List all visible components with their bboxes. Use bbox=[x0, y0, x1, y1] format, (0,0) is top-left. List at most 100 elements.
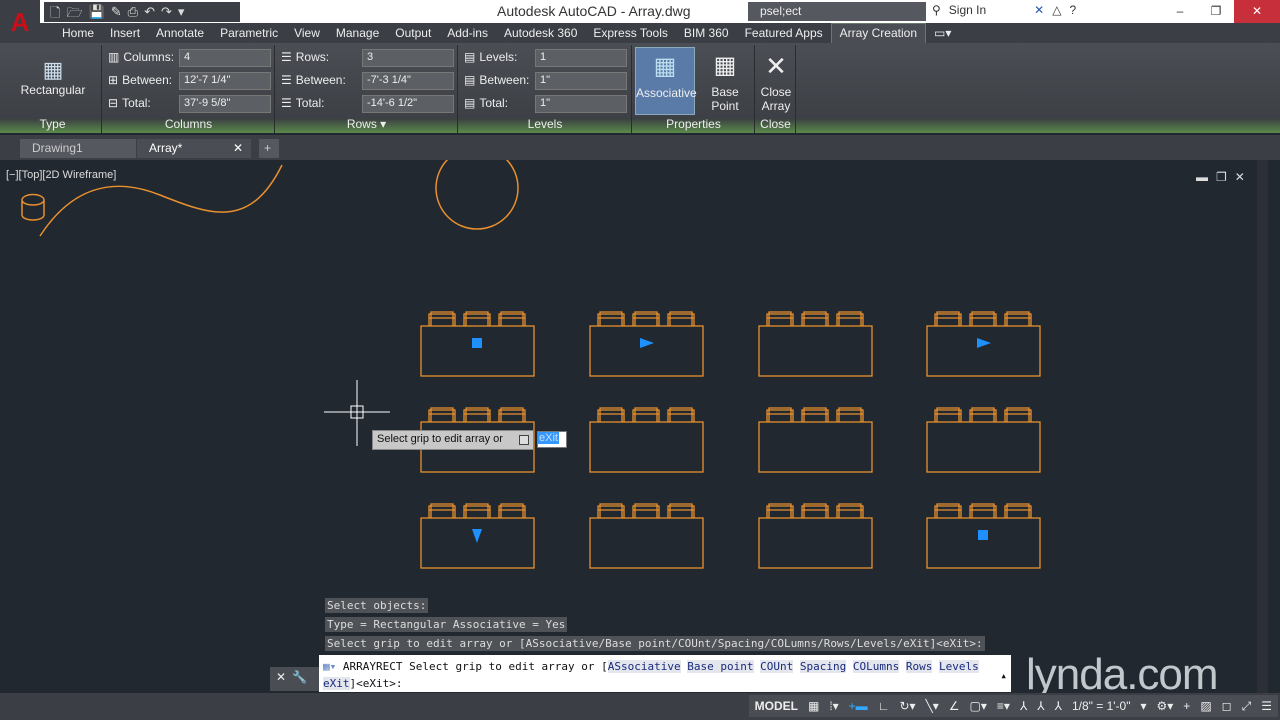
command-line[interactable]: ▦▾ ARRAYRECT Select grip to edit array o… bbox=[319, 655, 1011, 692]
options-dropdown-icon[interactable] bbox=[519, 435, 529, 445]
snap-icon[interactable]: ⁞▾ bbox=[829, 699, 838, 713]
exchange-icon[interactable]: ✕ bbox=[1034, 3, 1044, 17]
viewport-close-button[interactable]: ✕ bbox=[1235, 170, 1245, 184]
customization-menu-icon[interactable]: ☰ bbox=[1261, 699, 1272, 713]
ortho-icon[interactable]: ∟ bbox=[878, 699, 890, 713]
tab-array-creation[interactable]: Array Creation bbox=[830, 23, 926, 43]
drawing-canvas[interactable] bbox=[0, 160, 1268, 693]
fullscreen-icon[interactable]: ⤢ bbox=[1242, 699, 1252, 714]
levels-between-input[interactable]: 1" bbox=[535, 72, 627, 90]
history-expand-icon[interactable]: ▴ bbox=[1000, 667, 1007, 684]
tab-parametric[interactable]: Parametric bbox=[212, 26, 286, 40]
grip-arrow-down[interactable] bbox=[472, 529, 482, 543]
ribbon-minimize-icon[interactable]: ▭▾ bbox=[926, 26, 959, 40]
rectangular-button[interactable]: ▦ Rectangular bbox=[18, 57, 88, 97]
save-as-icon[interactable]: ✎ bbox=[111, 4, 122, 20]
tab-view[interactable]: View bbox=[286, 26, 328, 40]
tab-array[interactable]: Array* ✕ bbox=[137, 139, 251, 158]
object-snap-tracking-icon[interactable]: ∠ bbox=[949, 699, 960, 713]
option-exit[interactable]: eXit bbox=[323, 677, 350, 690]
workspace-gear-icon[interactable]: ⚙▾ bbox=[1157, 699, 1174, 713]
close-command-line-icon[interactable]: ✕ bbox=[276, 670, 286, 688]
binoculars-icon[interactable]: ⚲ bbox=[932, 3, 941, 17]
option-associative[interactable]: ASsociative bbox=[607, 660, 681, 673]
base-point-button[interactable]: ▦ Base Point bbox=[697, 47, 753, 113]
tab-featured-apps[interactable]: Featured Apps bbox=[737, 26, 831, 40]
annotation-monitor-icon[interactable]: + bbox=[1183, 699, 1190, 713]
tab-manage[interactable]: Manage bbox=[328, 26, 387, 40]
array-item-brick[interactable] bbox=[926, 407, 1041, 473]
close-window-button[interactable]: ✕ bbox=[1234, 0, 1280, 23]
grid-icon[interactable]: ▦ bbox=[808, 699, 819, 713]
new-icon[interactable]: 🗋 bbox=[50, 4, 60, 20]
option-levels[interactable]: Levels bbox=[938, 660, 979, 673]
annotation-scale-icon[interactable]: ⅄ bbox=[1055, 699, 1062, 713]
lineweight-icon[interactable]: ≡▾ bbox=[997, 699, 1010, 713]
minimize-button[interactable]: – bbox=[1162, 0, 1198, 23]
a360-icon[interactable]: △ bbox=[1052, 3, 1061, 17]
vertical-scrollbar[interactable] bbox=[1257, 160, 1268, 693]
search-input[interactable]: psel;ect bbox=[748, 2, 926, 21]
close-array-button[interactable]: ✕ Close Array bbox=[756, 47, 796, 113]
rows-panel-expander[interactable]: Rows ▾ bbox=[276, 117, 457, 131]
grip-square[interactable] bbox=[978, 530, 988, 540]
option-columns[interactable]: COLumns bbox=[852, 660, 900, 673]
rows-count-input[interactable]: 3 bbox=[362, 49, 454, 67]
close-tab-icon[interactable]: ✕ bbox=[233, 141, 243, 155]
rows-total-input[interactable]: -14'-6 1/2" bbox=[362, 95, 454, 113]
levels-count-input[interactable]: 1 bbox=[535, 49, 627, 67]
restore-button[interactable]: ❐ bbox=[1198, 0, 1234, 23]
columns-between-input[interactable]: 12'-7 1/4" bbox=[179, 72, 271, 90]
option-spacing[interactable]: Spacing bbox=[799, 660, 847, 673]
array-item-brick[interactable] bbox=[758, 311, 873, 377]
viewport-controls[interactable]: [−][Top][2D Wireframe] bbox=[6, 169, 116, 181]
tab-annotate[interactable]: Annotate bbox=[148, 26, 212, 40]
command-icon[interactable]: ▦▾ bbox=[323, 660, 336, 673]
save-icon[interactable]: 💾 bbox=[89, 4, 105, 20]
new-tab-button[interactable]: + bbox=[259, 139, 279, 158]
array-item-brick[interactable] bbox=[589, 503, 704, 569]
array-item-brick[interactable] bbox=[589, 407, 704, 473]
object-snap-icon[interactable]: ▢▾ bbox=[970, 699, 987, 713]
annotation-visibility-icon[interactable]: ⅄ bbox=[1020, 699, 1027, 713]
tab-bim-360[interactable]: BIM 360 bbox=[676, 26, 737, 40]
array-item-brick[interactable] bbox=[758, 503, 873, 569]
tab-insert[interactable]: Insert bbox=[102, 26, 148, 40]
levels-total-input[interactable]: 1" bbox=[535, 95, 627, 113]
customize-icon[interactable]: ▾ bbox=[178, 4, 185, 20]
tab-output[interactable]: Output bbox=[387, 26, 439, 40]
application-menu-button[interactable]: A bbox=[0, 0, 40, 44]
dynamic-input-field[interactable]: eXit bbox=[537, 431, 567, 448]
tab-add-ins[interactable]: Add-ins bbox=[439, 26, 496, 40]
grip-arrow-right[interactable] bbox=[640, 338, 654, 348]
annotation-scale[interactable]: 1/8" = 1'-0" bbox=[1072, 699, 1131, 713]
array-item-brick[interactable] bbox=[758, 407, 873, 473]
tab-home[interactable]: Home bbox=[54, 26, 102, 40]
sign-in-button[interactable]: Sign In bbox=[949, 3, 986, 17]
customize-wrench-icon[interactable]: 🔧 bbox=[292, 670, 307, 688]
viewport-restore-button[interactable]: ❐ bbox=[1216, 170, 1227, 184]
undo-icon[interactable]: ↶ bbox=[144, 4, 155, 20]
option-count[interactable]: COUnt bbox=[760, 660, 794, 673]
rows-between-input[interactable]: -7'-3 1/4" bbox=[362, 72, 454, 90]
open-icon[interactable]: 🗁 bbox=[66, 4, 82, 20]
redo-icon[interactable]: ↷ bbox=[161, 4, 172, 20]
tab-autodesk-360[interactable]: Autodesk 360 bbox=[496, 26, 585, 40]
tab-drawing1[interactable]: Drawing1 bbox=[20, 139, 136, 158]
viewport-minimize-button[interactable]: ▬ bbox=[1196, 170, 1208, 184]
print-icon[interactable]: ⎙ bbox=[128, 4, 138, 20]
grip-square[interactable] bbox=[472, 338, 482, 348]
quick-properties-icon[interactable]: ◻ bbox=[1222, 699, 1232, 713]
units-icon[interactable]: ▨ bbox=[1200, 699, 1211, 713]
associative-button[interactable]: ▦ Associative bbox=[635, 47, 697, 115]
infer-constraints-icon[interactable]: +▬ bbox=[849, 699, 868, 713]
autoscale-icon[interactable]: ⅄ bbox=[1037, 699, 1044, 713]
polar-icon[interactable]: ↻▾ bbox=[899, 699, 915, 713]
isodraft-icon[interactable]: ╲▾ bbox=[926, 699, 939, 713]
option-base-point[interactable]: Base point bbox=[687, 660, 754, 673]
model-space-button[interactable]: MODEL bbox=[755, 699, 798, 713]
grip-arrow-right[interactable] bbox=[977, 338, 991, 348]
columns-count-input[interactable]: 4 bbox=[179, 49, 271, 67]
option-rows[interactable]: Rows bbox=[905, 660, 933, 673]
help-icon[interactable]: ? bbox=[1069, 3, 1076, 17]
